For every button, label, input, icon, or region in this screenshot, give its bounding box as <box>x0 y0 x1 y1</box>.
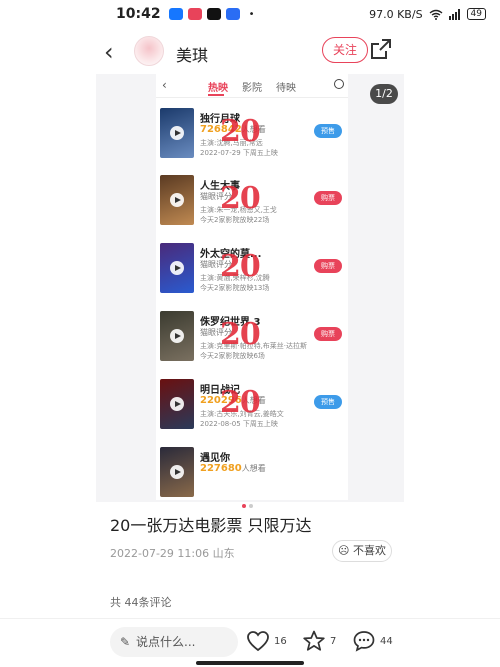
comment-button[interactable]: 44 <box>352 627 393 655</box>
movie-tabs: ‹ 热映 影院 待映 <box>156 74 348 98</box>
movie-row: 人生大事 猫眼评分 主演:朱一龙,杨恩又,王戈 今天2家影院放映22场 购票 20 <box>156 175 348 237</box>
search-icon <box>334 79 344 89</box>
favorite-button[interactable]: 7 <box>302 627 336 655</box>
carousel-dot-active <box>242 504 246 508</box>
movie-poster <box>160 175 194 225</box>
price-stamp: 20 <box>220 249 261 284</box>
post-title: 20一张万达电影票 只限万达 <box>110 516 312 535</box>
carousel-dot <box>249 504 253 508</box>
movie-stat: 227680人想看 <box>200 463 266 474</box>
comment-count-bottom: 44 <box>380 635 393 647</box>
movie-stat-label: 人想看 <box>241 464 266 473</box>
star-icon <box>303 630 325 651</box>
heart-icon <box>247 631 269 652</box>
price-stamp: 20 <box>220 181 261 216</box>
play-icon <box>170 193 184 207</box>
price-stamp: 20 <box>220 385 261 420</box>
like-count: 16 <box>274 635 287 647</box>
author-name[interactable]: 美琪 <box>176 42 208 66</box>
play-icon <box>170 126 184 140</box>
comment-placeholder: 说点什么... <box>136 635 196 649</box>
movie-row: 独行月球 726842人想看 主演:沈腾,马丽,常远 2022-07-29 下周五上映… <box>156 108 348 170</box>
price-stamp: 20 <box>220 114 261 149</box>
movie-schedule: 今天2家影院放映6场 <box>200 352 265 360</box>
net-speed: 97.0 KB/S <box>369 7 423 21</box>
follow-button[interactable]: 关注 <box>322 37 368 63</box>
comment-input[interactable]: ✎ 说点什么... <box>110 627 238 657</box>
tab-coming-soon: 待映 <box>276 83 296 94</box>
tab-cinemas: 影院 <box>242 83 262 94</box>
movie-poster <box>160 243 194 293</box>
top-nav: ‹ 美琪 关注 <box>0 30 500 74</box>
movie-poster <box>160 447 194 497</box>
movie-title: 遇见你 <box>200 453 230 464</box>
pen-icon: ✎ <box>120 635 131 649</box>
movie-ticket-button: 购票 <box>314 259 342 273</box>
alipay-icon <box>168 8 183 20</box>
comment-count: 共 44条评论 <box>110 596 172 609</box>
avatar[interactable] <box>134 36 164 66</box>
back-button[interactable]: ‹ <box>104 38 114 66</box>
play-icon <box>170 397 184 411</box>
comment-icon <box>353 631 375 652</box>
price-stamp: 20 <box>220 317 261 352</box>
wifi-icon <box>429 9 442 20</box>
page-indicator: 1/2 <box>370 84 398 104</box>
movie-schedule: 今天2家影院放映13场 <box>200 284 270 292</box>
movie-ticket-button: 预售 <box>314 124 342 138</box>
movie-want-count: 227680 <box>200 463 242 474</box>
movie-poster <box>160 108 194 158</box>
movie-schedule: 2022-08-05 下周五上映 <box>200 420 278 428</box>
mail-icon <box>187 8 202 20</box>
movie-ticket-button: 预售 <box>314 395 342 409</box>
movie-poster <box>160 311 194 361</box>
tab-underline <box>208 94 224 96</box>
play-icon <box>170 261 184 275</box>
status-time: 10:42 <box>116 6 161 22</box>
movie-app-screenshot: ‹ 热映 影院 待映 独行月球 726842人想看 主演:沈腾,马丽,常远 2022-… <box>156 74 348 500</box>
app-icon <box>225 8 240 20</box>
dislike-label: 不喜欢 <box>352 544 386 557</box>
carousel-dots <box>242 493 256 512</box>
play-icon <box>170 329 184 343</box>
bottom-bar: ✎ 说点什么... 16 7 44 <box>0 618 500 667</box>
movie-row: 明日战记 220296人想看 主演:古天乐,刘青云,姜皓文 2022-08-05 下周… <box>156 379 348 441</box>
status-dot: • <box>248 8 255 20</box>
movie-schedule: 2022-07-29 下周五上映 <box>200 149 278 157</box>
status-bar: 10:42 • 97.0 KB/S 49 <box>0 0 500 28</box>
chevron-left-icon: ‹ <box>162 78 167 92</box>
dislike-button[interactable]: ☹ 不喜欢 <box>332 540 392 562</box>
post-meta: 2022-07-29 11:06 山东 <box>110 547 235 560</box>
play-icon <box>170 465 184 479</box>
home-indicator <box>196 661 304 665</box>
movie-ticket-button: 购票 <box>314 191 342 205</box>
sad-face-icon: ☹ <box>338 544 350 557</box>
movie-row: 外太空的莫... 猫眼评分 主演:黄渤,荣梓杉,沈腾 今天2家影院放映13场 购票 20 <box>156 243 348 305</box>
battery-icon: 49 <box>466 8 486 20</box>
movie-row: 侏罗纪世界 3 猫眼评分 主演:克里斯·帕拉特,布莱丝·达拉斯 今天2家影院放映6场购… <box>156 311 348 373</box>
favorite-count: 7 <box>330 635 337 647</box>
status-right: 97.0 KB/S 49 <box>369 8 486 21</box>
tab-now-showing: 热映 <box>208 83 228 94</box>
movie-ticket-button: 购票 <box>314 327 342 341</box>
tiktok-icon <box>206 8 221 20</box>
movie-schedule: 今天2家影院放映22场 <box>200 216 270 224</box>
share-icon[interactable] <box>368 36 394 62</box>
like-button[interactable]: 16 <box>246 627 287 655</box>
signal-icon <box>448 8 460 20</box>
movie-poster <box>160 379 194 429</box>
